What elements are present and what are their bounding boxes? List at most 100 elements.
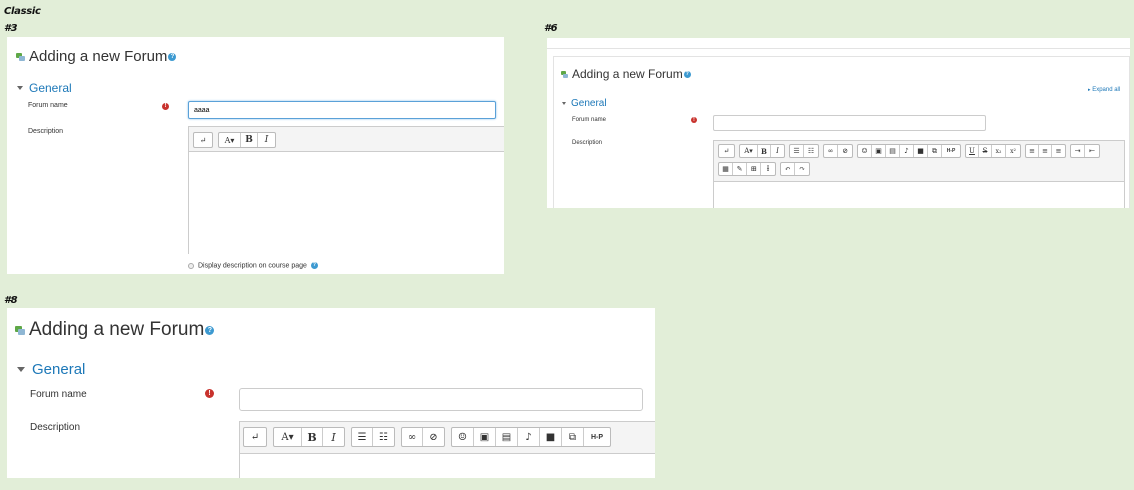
superscript-button[interactable]: x² [1006,145,1020,157]
image-icon[interactable]: ▣ [872,145,886,157]
undo-icon[interactable]: ↶ [781,163,795,175]
panel-v3: Adding a new Forum ? General Forum name … [7,37,504,274]
description-editor: ↵ A▾ B I ☰ ☷ ∞ ⊘ ☺ ▣ ▤ ♪ ■ ⧉ H-P [239,421,655,478]
section-title: General [571,98,607,109]
forum-icon [15,325,25,335]
clear-formatting-icon[interactable]: Ɨ [761,163,775,175]
section-title: General [32,361,86,378]
subscript-button[interactable]: x₂ [992,145,1006,157]
outdent-icon[interactable]: ⇤ [1085,145,1099,157]
italic-button[interactable]: I [258,133,275,147]
editor-toolbar: ↵ A▾ B I ☰ ☷ ∞ ⊘ ☺ ▣ ▤ ♪ ■ ⧉ H-P [243,427,611,447]
video-icon[interactable]: ■ [540,428,562,446]
expand-all-link[interactable]: ▸ Expand all [1088,87,1120,93]
forum-name-input[interactable] [239,388,643,411]
strikethrough-button[interactable]: S [979,145,992,157]
emoji-icon[interactable]: ☺ [452,428,474,446]
expand-caret-icon: ▸ [1088,87,1091,93]
copy-icon[interactable]: ⧉ [928,145,942,157]
underline-button[interactable]: U [966,145,979,157]
microphone-icon[interactable]: ♪ [900,145,914,157]
required-icon: ! [691,117,697,123]
toolbar-toggle-button[interactable]: ↵ [194,133,212,147]
forum-icon [561,70,568,78]
media-icon[interactable]: ▤ [886,145,900,157]
align-center-icon[interactable]: ≡ [1039,145,1052,157]
copy-icon[interactable]: ⧉ [562,428,584,446]
help-icon[interactable]: ? [683,70,691,78]
align-left-icon[interactable]: ≡ [1026,145,1039,157]
collapse-icon [17,367,25,372]
panel-v8: Adding a new Forum ? General Forum name … [7,308,655,478]
bold-button[interactable]: B [302,428,323,446]
h5p-icon[interactable]: H-P [942,145,960,157]
align-right-icon[interactable]: ≡ [1052,145,1065,157]
h5p-icon[interactable]: H-P [584,428,610,446]
forum-icon [16,52,25,61]
page-title: Adding a new Forum ? [16,48,177,65]
collapse-icon [562,102,566,105]
help-icon[interactable]: ? [168,52,177,61]
indent-icon[interactable]: ⇥ [1071,145,1085,157]
microphone-icon[interactable]: ♪ [518,428,540,446]
font-style-button[interactable]: A▾ [274,428,302,446]
video-icon[interactable]: ■ [914,145,928,157]
unlink-icon[interactable]: ⊘ [423,428,444,446]
description-textarea[interactable] [714,181,1124,208]
description-label: Description [28,128,64,135]
section-general[interactable]: General [17,81,72,95]
toolbar-toggle-button[interactable]: ↵ [719,145,734,157]
display-description-text: Display description on course page [198,262,307,270]
forum-name-label: Forum name [30,389,87,400]
version-8-label: #8 [4,295,18,306]
italic-button[interactable]: I [323,428,344,446]
bold-button[interactable]: B [241,133,258,147]
redo-icon[interactable]: ↷ [795,163,809,175]
description-textarea[interactable] [189,151,504,255]
page-title: Adding a new Forum ? [561,67,691,81]
font-style-button[interactable]: A▾ [740,145,758,157]
help-icon[interactable]: ? [205,325,215,335]
forum-name-input[interactable] [188,101,496,119]
classic-label: Classic [4,6,41,17]
panel-v6: Adding a new Forum ? ▸ Expand all Genera… [547,38,1130,208]
link-icon[interactable]: ∞ [402,428,423,446]
forum-name-label: Forum name [28,102,68,109]
numbered-list-icon[interactable]: ☷ [804,145,818,157]
edit-icon[interactable]: ✎ [733,163,747,175]
forum-name-label: Forum name [572,117,607,123]
link-icon[interactable]: ∞ [824,145,838,157]
toolbar-toggle-button[interactable]: ↵ [244,428,266,446]
collapse-icon [17,86,23,90]
italic-button[interactable]: I [771,145,784,157]
calculator-icon[interactable]: ▦ [719,163,733,175]
page-title-text: Adding a new Forum [29,319,205,340]
emoji-icon[interactable]: ☺ [858,145,872,157]
page-title: Adding a new Forum ? [15,319,215,341]
version-3-label: #3 [4,23,18,34]
section-general[interactable]: General [562,98,607,109]
bold-button[interactable]: B [758,145,771,157]
expand-all-text: Expand all [1092,87,1121,93]
editor-toolbar-row-1: ↵ A▾ B I ☰ ☷ ∞ ⊘ ☺ ▣ ▤ ♪ ■ ⧉ H-P U S x₂ … [718,144,1100,158]
bullet-list-icon[interactable]: ☰ [790,145,804,157]
table-icon[interactable]: ⊞ [747,163,761,175]
unlink-icon[interactable]: ⊘ [838,145,852,157]
section-general[interactable]: General [17,361,85,378]
numbered-list-icon[interactable]: ☷ [373,428,394,446]
description-textarea[interactable] [240,453,655,478]
bullet-list-icon[interactable]: ☰ [352,428,373,446]
media-icon[interactable]: ▤ [496,428,518,446]
description-label: Description [572,140,603,146]
image-icon[interactable]: ▣ [474,428,496,446]
font-style-button[interactable]: A▾ [219,133,241,147]
forum-name-input[interactable] [713,115,986,131]
description-label: Description [30,422,81,433]
help-icon[interactable]: ? [310,262,318,269]
page-title-text: Adding a new Forum [29,48,168,65]
toolbar-group: A▾ B I [218,132,276,148]
page-title-text: Adding a new Forum [572,67,683,81]
display-description-label: Display description on course page ? [198,262,318,269]
display-description-checkbox[interactable] [188,263,194,269]
toolbar-group: ↵ [193,132,213,148]
